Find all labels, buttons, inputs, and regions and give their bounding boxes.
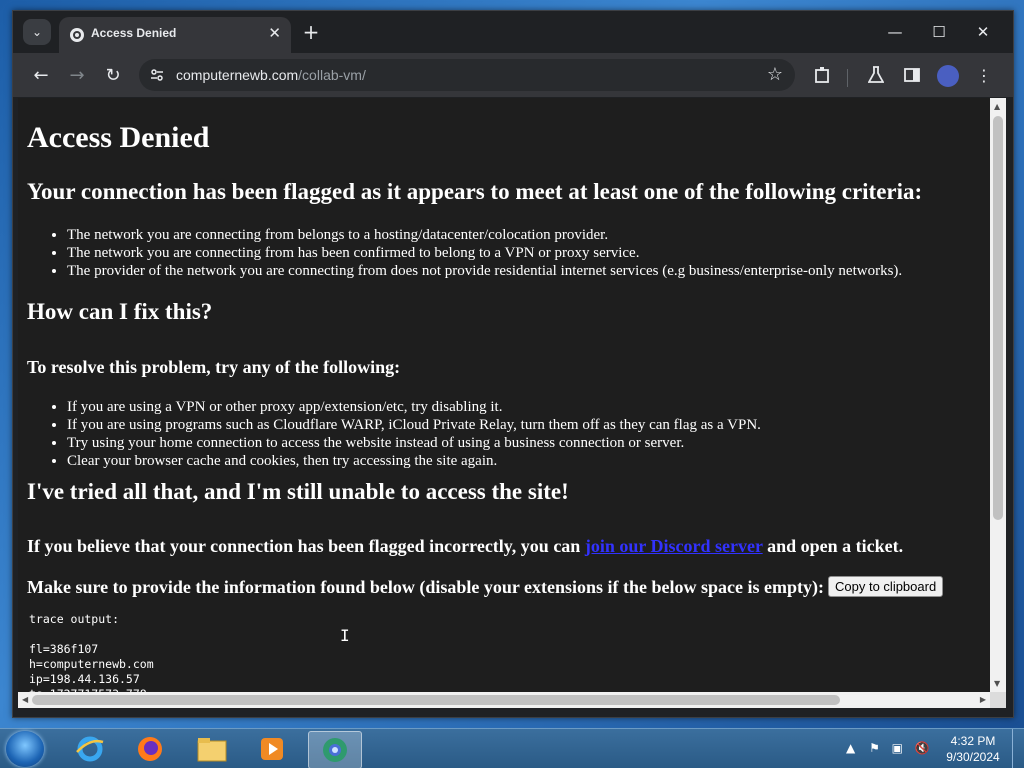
- address-bar[interactable]: computernewb.com/collab-vm/ ☆: [139, 59, 795, 91]
- info-paragraph: Make sure to provide the information fou…: [27, 576, 944, 598]
- forward-button[interactable]: →: [65, 63, 89, 87]
- ticket-paragraph: If you believe that your connection has …: [27, 535, 903, 557]
- info-text: Make sure to provide the information fou…: [27, 577, 825, 597]
- network-icon[interactable]: ▣: [892, 741, 903, 755]
- scroll-left-icon[interactable]: ◀: [22, 695, 28, 704]
- show-desktop-button[interactable]: [1012, 729, 1024, 768]
- minimize-icon: —: [887, 23, 903, 41]
- flag-heading: Your connection has been flagged as it a…: [27, 179, 923, 204]
- url-text: computernewb.com/collab-vm/: [176, 67, 366, 83]
- list-item: The provider of the network you are conn…: [67, 262, 902, 280]
- clock-date: 9/30/2024: [946, 750, 1000, 764]
- close-tab-icon[interactable]: ✕: [268, 24, 281, 42]
- internet-explorer-icon[interactable]: [64, 731, 116, 767]
- browser-toolbar: ← → ↻ computernewb.com/collab-vm/ ☆ ⋮: [13, 53, 1013, 97]
- page-title: Access Denied: [27, 121, 210, 154]
- show-hidden-icons-icon[interactable]: ▲: [846, 741, 855, 755]
- url-path: /collab-vm/: [298, 67, 366, 83]
- list-item: If you are using a VPN or other proxy ap…: [67, 398, 761, 416]
- horizontal-scroll-thumb[interactable]: [32, 695, 840, 705]
- arrow-right-icon: →: [69, 64, 85, 86]
- maximize-button[interactable]: ☐: [917, 19, 961, 45]
- site-info-icon[interactable]: [149, 67, 165, 83]
- new-tab-button[interactable]: +: [299, 20, 323, 44]
- more-menu-icon[interactable]: ⋮: [973, 64, 995, 86]
- tried-heading: I've tried all that, and I'm still unabl…: [27, 479, 569, 504]
- site-favicon-icon: [70, 28, 84, 42]
- labs-flask-icon[interactable]: [865, 64, 887, 86]
- file-explorer-icon[interactable]: [186, 731, 238, 767]
- tab-title: Access Denied: [91, 26, 177, 40]
- arrow-left-icon: ←: [33, 64, 49, 86]
- system-tray: ▲ ⚑ ▣ 🔇: [846, 741, 930, 755]
- list-item: Try using your home connection to access…: [67, 434, 761, 452]
- page-content: Access Denied Your connection has been f…: [27, 98, 982, 692]
- criteria-list: The network you are connecting from belo…: [27, 226, 902, 280]
- text-cursor-icon: I: [340, 626, 350, 645]
- vertical-scrollbar[interactable]: ▲ ▼: [990, 98, 1006, 692]
- scroll-right-icon[interactable]: ▶: [980, 695, 986, 704]
- clock-time: 4:32 PM: [950, 734, 996, 748]
- toolbar-separator: [847, 69, 848, 87]
- ticket-text-after: and open a ticket.: [762, 536, 904, 556]
- reload-button[interactable]: ↻: [101, 63, 125, 87]
- trace-output: trace output: fl=386f107 h=computernewb.…: [29, 612, 154, 692]
- flask-icon: [868, 66, 884, 83]
- tab-strip: ⌄ Access Denied ✕ + — ☐ ✕: [13, 11, 1013, 53]
- url-domain: computernewb.com: [176, 67, 299, 83]
- reload-icon: ↻: [105, 64, 121, 86]
- close-window-button[interactable]: ✕: [961, 19, 1005, 45]
- puzzle-icon: [815, 67, 829, 83]
- fixes-list: If you are using a VPN or other proxy ap…: [27, 398, 761, 470]
- taskbar: ▲ ⚑ ▣ 🔇 4:32 PM 9/30/2024: [0, 728, 1024, 768]
- back-button[interactable]: ←: [29, 63, 53, 87]
- chrome-taskbar-icon[interactable]: [308, 731, 362, 768]
- media-player-icon[interactable]: [246, 731, 298, 767]
- bookmark-star-icon[interactable]: ☆: [767, 64, 783, 85]
- action-center-flag-icon[interactable]: ⚑: [869, 741, 880, 755]
- volume-muted-icon[interactable]: 🔇: [915, 741, 930, 755]
- browser-window: ⌄ Access Denied ✕ + — ☐ ✕ ← → ↻ computer…: [12, 10, 1014, 718]
- discord-link[interactable]: join our Discord server: [585, 536, 763, 556]
- sidebar-icon: [904, 68, 920, 82]
- vertical-scroll-thumb[interactable]: [993, 116, 1003, 520]
- resolve-intro: To resolve this problem, try any of the …: [27, 357, 401, 377]
- profile-avatar[interactable]: [937, 65, 959, 87]
- scrollbar-corner: [990, 692, 1006, 708]
- list-item: If you are using programs such as Cloudf…: [67, 416, 761, 434]
- tab-access-denied[interactable]: Access Denied ✕: [59, 17, 291, 53]
- list-item: Clear your browser cache and cookies, th…: [67, 452, 761, 470]
- scroll-down-icon[interactable]: ▼: [994, 679, 1000, 688]
- list-item: The network you are connecting from belo…: [67, 226, 902, 244]
- maximize-icon: ☐: [932, 23, 946, 41]
- clock[interactable]: 4:32 PM 9/30/2024: [942, 733, 1004, 765]
- firefox-icon[interactable]: [124, 731, 176, 767]
- scroll-up-icon[interactable]: ▲: [994, 102, 1000, 111]
- list-item: The network you are connecting from has …: [67, 244, 902, 262]
- extensions-icon[interactable]: [812, 64, 834, 86]
- chevron-down-icon: ⌄: [31, 25, 43, 39]
- tab-search-button[interactable]: ⌄: [23, 19, 51, 45]
- minimize-button[interactable]: —: [873, 19, 917, 45]
- ticket-text-before: If you believe that your connection has …: [27, 536, 585, 556]
- page-viewport: Access Denied Your connection has been f…: [18, 98, 990, 692]
- fix-heading: How can I fix this?: [27, 299, 213, 324]
- copy-to-clipboard-button[interactable]: Copy to clipboard: [828, 576, 944, 597]
- horizontal-scrollbar[interactable]: ◀ ▶: [18, 692, 990, 708]
- start-button[interactable]: [6, 731, 44, 767]
- plus-icon: +: [302, 20, 320, 44]
- close-icon: ✕: [976, 23, 990, 41]
- side-panel-icon[interactable]: [901, 64, 923, 86]
